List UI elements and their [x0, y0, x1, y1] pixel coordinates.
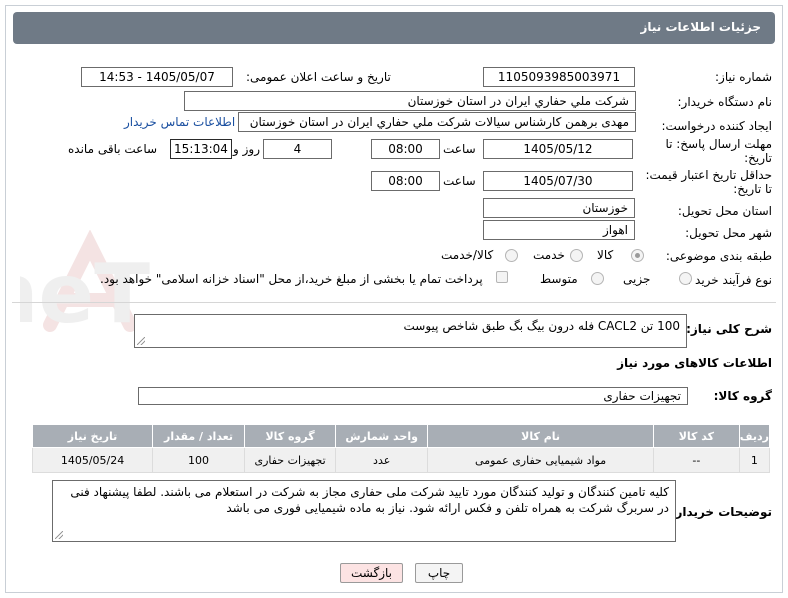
- buyer-org-label: نام دستگاه خریدار:: [677, 95, 773, 109]
- need-number-label: شماره نیاز:: [715, 70, 772, 84]
- reply-deadline-days: 4: [263, 139, 332, 159]
- buyer-notes-textarea: کلیه تامین کنندگان و تولید کنندگان مورد …: [52, 480, 676, 542]
- col-header-need-date: تاریخ نیاز: [31, 424, 154, 448]
- category-radio-service[interactable]: [570, 249, 583, 262]
- print-button[interactable]: چاپ: [415, 563, 463, 583]
- col-header-goods-group: گروه کالا: [244, 424, 337, 448]
- description-text: 100 تن CACL2 فله درون بیگ بگ طبق شاخص پی…: [403, 319, 680, 333]
- category-option-goods-service: کالا/خدمت: [441, 248, 494, 262]
- description-textarea: 100 تن CACL2 فله درون بیگ بگ طبق شاخص پی…: [134, 314, 687, 348]
- remaining-time-label: ساعت باقی مانده: [68, 142, 158, 156]
- category-radio-goods-service[interactable]: [505, 249, 518, 262]
- process-radio-minor[interactable]: [679, 272, 692, 285]
- reply-deadline-days-label: روز و: [233, 142, 260, 156]
- category-option-service: خدمت: [533, 248, 565, 262]
- buyer-contact-link[interactable]: اطلاعات تماس خریدار: [124, 115, 235, 129]
- cell-unit: عدد: [335, 447, 429, 473]
- buyer-notes-label: توضیحات خریدار:: [670, 505, 772, 519]
- requester-value: مهدی برهمن کارشناس سیالات شرکت ملي حفاري…: [238, 112, 636, 132]
- resize-grip-icon[interactable]: [55, 531, 63, 539]
- cell-need-date: 1405/05/24: [31, 447, 154, 473]
- category-radio-goods[interactable]: [631, 249, 644, 262]
- process-option-minor: جزیی: [623, 272, 651, 286]
- delivery-city-label: شهر محل تحویل:: [685, 226, 772, 240]
- goods-group-value: تجهیزات حفاری: [138, 387, 688, 405]
- cell-row-number: 1: [738, 447, 771, 473]
- page-header: جزئیات اطلاعات نیاز: [13, 12, 775, 44]
- purchase-process-label: نوع فرآیند خرید :: [687, 273, 772, 287]
- reply-deadline-time-label: ساعت: [443, 142, 476, 156]
- announce-datetime-value: 1405/05/07 - 14:53: [81, 67, 233, 87]
- reply-deadline-label: مهلت ارسال پاسخ: تا: [665, 137, 772, 151]
- process-radio-medium[interactable]: [591, 272, 604, 285]
- cell-quantity: 100: [152, 447, 246, 473]
- price-validity-label-date: تا تاریخ:: [733, 182, 772, 196]
- buyer-org-value: شرکت ملي حفاري ايران در استان خوزستان: [184, 91, 636, 111]
- goods-section-title: اطلاعات کالاهای مورد نیاز: [617, 356, 772, 370]
- goods-table: ردیف کد کالا نام کالا واحد شمارش گروه کا…: [31, 424, 771, 473]
- reply-deadline-date: 1405/05/12: [483, 139, 633, 159]
- description-label: شرح کلی نیاز:: [686, 322, 772, 336]
- treasury-payment-note: پرداخت تمام یا بخشی از مبلغ خرید،از محل …: [100, 272, 483, 286]
- col-header-quantity: تعداد / مقدار: [152, 424, 246, 448]
- page-title: جزئیات اطلاعات نیاز: [640, 20, 761, 34]
- cell-goods-code: --: [652, 447, 740, 473]
- col-header-goods-name: نام کالا: [427, 424, 654, 448]
- buyer-notes-text: کلیه تامین کنندگان و تولید کنندگان مورد …: [70, 485, 669, 515]
- requester-label: ایجاد کننده درخواست:: [661, 119, 772, 133]
- delivery-province-label: استان محل تحویل:: [677, 204, 772, 218]
- remaining-time-value: 15:13:04: [170, 139, 232, 159]
- delivery-city-value: اهواز: [483, 220, 635, 240]
- price-validity-label: حداقل تاریخ اعتبار قیمت:: [645, 168, 772, 182]
- category-option-goods: کالا: [597, 248, 614, 262]
- col-header-unit: واحد شمارش: [335, 424, 429, 448]
- category-label: طبقه بندی موضوعی:: [665, 249, 772, 263]
- reply-deadline-label-date: تاریخ:: [744, 151, 772, 165]
- goods-table-header: ردیف کد کالا نام کالا واحد شمارش گروه کا…: [31, 424, 771, 448]
- process-option-medium: متوسط: [540, 272, 578, 286]
- need-number-value: 1105093985003971: [483, 67, 635, 87]
- price-validity-time: 08:00: [371, 171, 440, 191]
- cell-goods-name: مواد شیمیایی حفاری عمومی: [427, 447, 654, 473]
- back-button[interactable]: بازگشت: [340, 563, 403, 583]
- announce-datetime-label: تاریخ و ساعت اعلان عمومی:: [246, 70, 391, 84]
- section-divider: [12, 302, 776, 303]
- table-row: 1 -- مواد شیمیایی حفاری عمومی عدد تجهیزا…: [31, 447, 771, 473]
- col-header-row-number: ردیف: [738, 424, 771, 448]
- col-header-goods-code: کد کالا: [652, 424, 740, 448]
- price-validity-time-label: ساعت: [443, 174, 476, 188]
- treasury-payment-checkbox[interactable]: [496, 271, 508, 283]
- cell-goods-group: تجهیزات حفاری: [244, 447, 337, 473]
- resize-grip-icon[interactable]: [137, 337, 145, 345]
- delivery-province-value: خوزستان: [483, 198, 635, 218]
- reply-deadline-time: 08:00: [371, 139, 440, 159]
- goods-group-label: گروه کالا:: [713, 389, 772, 403]
- price-validity-date: 1405/07/30: [483, 171, 633, 191]
